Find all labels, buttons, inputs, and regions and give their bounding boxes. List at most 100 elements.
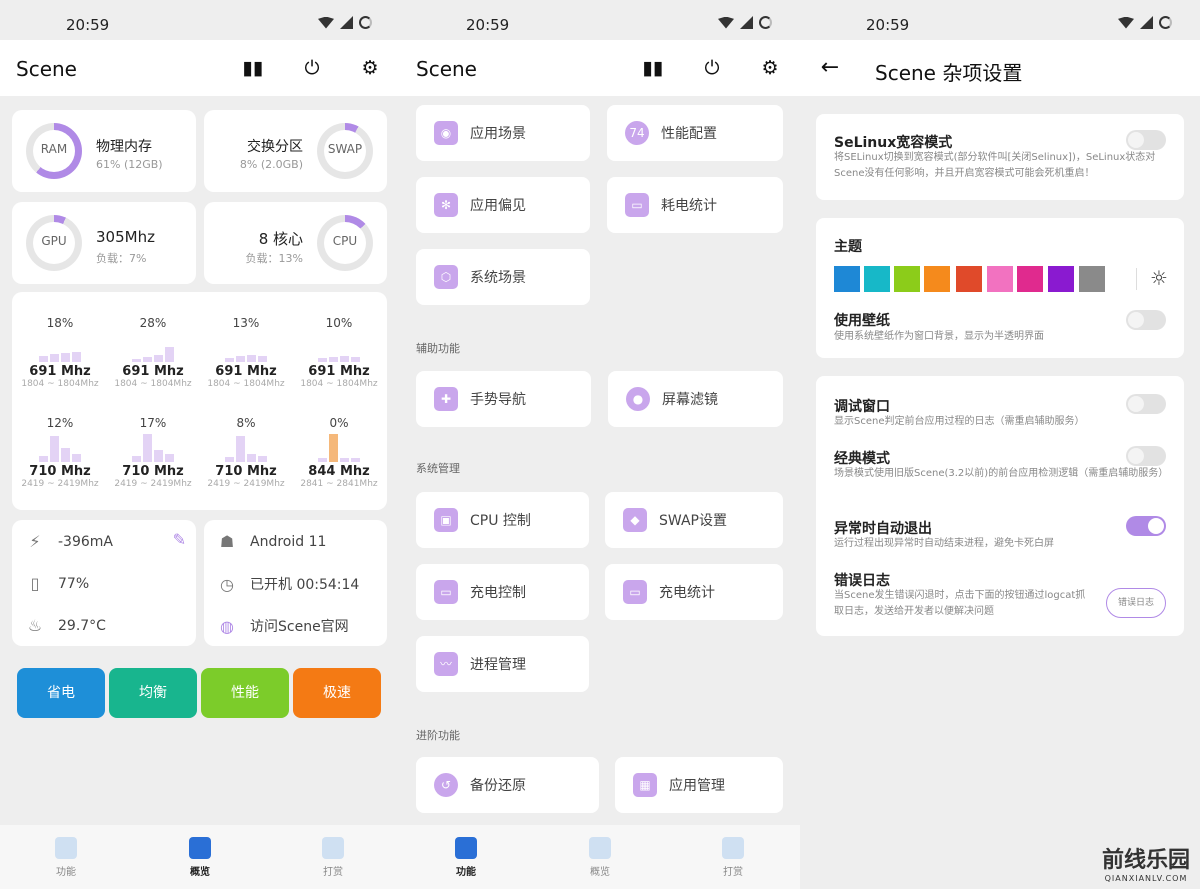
filter-icon: ● bbox=[626, 387, 650, 411]
swap-detail: 8% (2.0GB) bbox=[239, 158, 303, 171]
cpu-gauge: CPU bbox=[317, 215, 373, 271]
debug-toggle[interactable] bbox=[1126, 394, 1166, 414]
settings-title: Scene 杂项设置 bbox=[875, 61, 1023, 85]
theme-swatch-green[interactable] bbox=[894, 266, 920, 292]
classic-toggle[interactable] bbox=[1126, 446, 1166, 466]
home-icon bbox=[589, 837, 611, 859]
theme-swatch-magenta[interactable] bbox=[1017, 266, 1043, 292]
theme-swatch-red[interactable] bbox=[956, 266, 982, 292]
theme-swatch-gray[interactable] bbox=[1079, 266, 1105, 292]
app-manager-button[interactable]: ▦ 应用管理 bbox=[615, 757, 783, 813]
swap-card[interactable]: 交换分区 8% (2.0GB) SWAP bbox=[204, 110, 387, 192]
loading-icon bbox=[759, 16, 772, 29]
theme-swatch-pink[interactable] bbox=[987, 266, 1013, 292]
wifi-icon bbox=[318, 16, 334, 29]
backup-restore-button[interactable]: ↺ 备份还原 bbox=[416, 757, 599, 813]
battery-row: ▯ 77% bbox=[24, 574, 90, 593]
theme-swatch-cyan[interactable] bbox=[864, 266, 890, 292]
theme-swatch-purple[interactable] bbox=[1048, 266, 1074, 292]
nav-overview[interactable]: 概览 bbox=[170, 837, 230, 878]
gear-icon[interactable]: ⚙ bbox=[758, 56, 782, 80]
cpu-cores-card: 18% 691 Mhz 1804 ~ 1804Mhz 28% 691 Mhz 1804 … bbox=[12, 292, 387, 510]
charge-icon: ▭ bbox=[434, 580, 458, 604]
android-version: Android 11 bbox=[250, 533, 327, 550]
gift-icon bbox=[722, 837, 744, 859]
system-card: ☗ Android 11 ◷ 已开机 00:54:14 ◍ 访问Scene官网 bbox=[204, 520, 387, 646]
theme-swatch-orange[interactable] bbox=[924, 266, 950, 292]
power-icon[interactable]: ⏻ bbox=[700, 56, 724, 80]
wifi-icon bbox=[718, 16, 734, 29]
mode-balance-button[interactable]: 均衡 bbox=[109, 668, 197, 718]
sun-icon[interactable]: ☼ bbox=[1150, 266, 1168, 290]
core-2: 13% 691 Mhz 1804 ~ 1804Mhz bbox=[207, 316, 285, 389]
divider bbox=[1136, 268, 1137, 290]
gpu-freq: 305Mhz bbox=[96, 228, 155, 246]
app-bar: ← Scene 杂项设置 bbox=[800, 40, 1200, 96]
perf-config-button[interactable]: 74 性能配置 bbox=[607, 105, 783, 161]
appearance-card: 主题 ☼ 使用壁纸 使用系统壁纸作为窗口背景，显示为半透明界面 bbox=[816, 218, 1184, 358]
charge-control-button[interactable]: ▭ 充电控制 bbox=[416, 564, 589, 620]
core-1: 28% 691 Mhz 1804 ~ 1804Mhz bbox=[114, 316, 192, 389]
scene-apps-button[interactable]: ◉ 应用场景 bbox=[416, 105, 590, 161]
selinux-toggle[interactable] bbox=[1126, 130, 1166, 150]
autoexit-toggle[interactable] bbox=[1126, 516, 1166, 536]
nav-functions[interactable]: 功能 bbox=[36, 837, 96, 878]
current-value: -396mA bbox=[58, 533, 113, 550]
app-title: Scene bbox=[16, 57, 77, 81]
power-stats-button[interactable]: ▭ 耗电统计 bbox=[607, 177, 783, 233]
power-icon[interactable]: ⏻ bbox=[300, 56, 324, 80]
grid-icon bbox=[455, 837, 477, 859]
website-link[interactable]: 访问Scene官网 bbox=[250, 616, 349, 636]
swap-settings-button[interactable]: ◆ SWAP设置 bbox=[605, 492, 783, 548]
theme-swatch-blue[interactable] bbox=[834, 266, 860, 292]
error-log-button[interactable]: 错误日志 bbox=[1106, 588, 1166, 618]
hexagon-icon: ⬡ bbox=[434, 265, 458, 289]
mode-fast-button[interactable]: 极速 bbox=[293, 668, 381, 718]
charge-stats-button[interactable]: ▭ 充电统计 bbox=[605, 564, 783, 620]
nav-reward[interactable]: 打赏 bbox=[303, 837, 363, 878]
wifi-icon bbox=[1118, 16, 1134, 29]
status-time: 20:59 bbox=[66, 16, 110, 34]
gpu-card[interactable]: GPU 305Mhz 负载：7% bbox=[12, 202, 196, 284]
app-prefs-button[interactable]: ✻ 应用偏见 bbox=[416, 177, 590, 233]
ram-card[interactable]: RAM 物理内存 61% (12GB) bbox=[12, 110, 196, 192]
nav-functions[interactable]: 功能 bbox=[436, 837, 496, 878]
puzzle-icon: ✚ bbox=[434, 387, 458, 411]
cpu-load: 负载：13% bbox=[245, 252, 303, 265]
mode-powersave-button[interactable]: 省电 bbox=[17, 668, 105, 718]
nav-reward[interactable]: 打赏 bbox=[703, 837, 763, 878]
battery-icon: ▯ bbox=[30, 574, 40, 593]
back-arrow-icon[interactable]: ← bbox=[818, 56, 842, 80]
errorlog-title: 错误日志 bbox=[834, 573, 890, 589]
signal-icon bbox=[340, 16, 353, 29]
battery-charge-icon: ▭ bbox=[625, 193, 649, 217]
screen-filter-button[interactable]: ● 屏幕滤镜 bbox=[608, 371, 783, 427]
gear-icon[interactable]: ⚙ bbox=[358, 56, 382, 80]
apps-grid-icon: ▦ bbox=[633, 773, 657, 797]
selinux-title: SeLinux宽容模式 bbox=[834, 135, 953, 151]
cpu-cores: 8 核心 bbox=[258, 230, 303, 248]
current-row: ⚡ -396mA bbox=[24, 532, 113, 551]
status-bar: 20:59 bbox=[400, 14, 800, 38]
android-icon: ☗ bbox=[219, 532, 235, 551]
swap-title: 交换分区 bbox=[247, 139, 303, 155]
status-bar: 20:59 bbox=[800, 14, 1200, 38]
edit-icon[interactable]: ✎ bbox=[173, 530, 186, 549]
loading-icon bbox=[1159, 16, 1172, 29]
website-row[interactable]: ◍ 访问Scene官网 bbox=[216, 616, 349, 636]
chart-icon[interactable]: ▮▮ bbox=[241, 56, 265, 80]
system-scene-button[interactable]: ⬡ 系统场景 bbox=[416, 249, 590, 305]
wallpaper-toggle[interactable] bbox=[1126, 310, 1166, 330]
nav-overview[interactable]: 概览 bbox=[570, 837, 630, 878]
status-time: 20:59 bbox=[866, 16, 910, 34]
gesture-nav-button[interactable]: ✚ 手势导航 bbox=[416, 371, 591, 427]
cpu-card[interactable]: 8 核心 负载：13% CPU bbox=[204, 202, 387, 284]
cpu-control-button[interactable]: ▣ CPU 控制 bbox=[416, 492, 589, 548]
autoexit-desc: 运行过程出现异常时自动结束进程，避免卡死白屏 bbox=[834, 538, 1054, 549]
classic-desc: 场景模式使用旧版Scene(3.2以前)的前台应用检测逻辑（需重启辅助服务） bbox=[834, 468, 1169, 479]
mode-performance-button[interactable]: 性能 bbox=[201, 668, 289, 718]
process-manager-button[interactable]: 〰进程管理 bbox=[416, 636, 589, 692]
status-time: 20:59 bbox=[466, 16, 510, 34]
wallpaper-title: 使用壁纸 bbox=[834, 313, 890, 329]
chart-icon[interactable]: ▮▮ bbox=[641, 56, 665, 80]
